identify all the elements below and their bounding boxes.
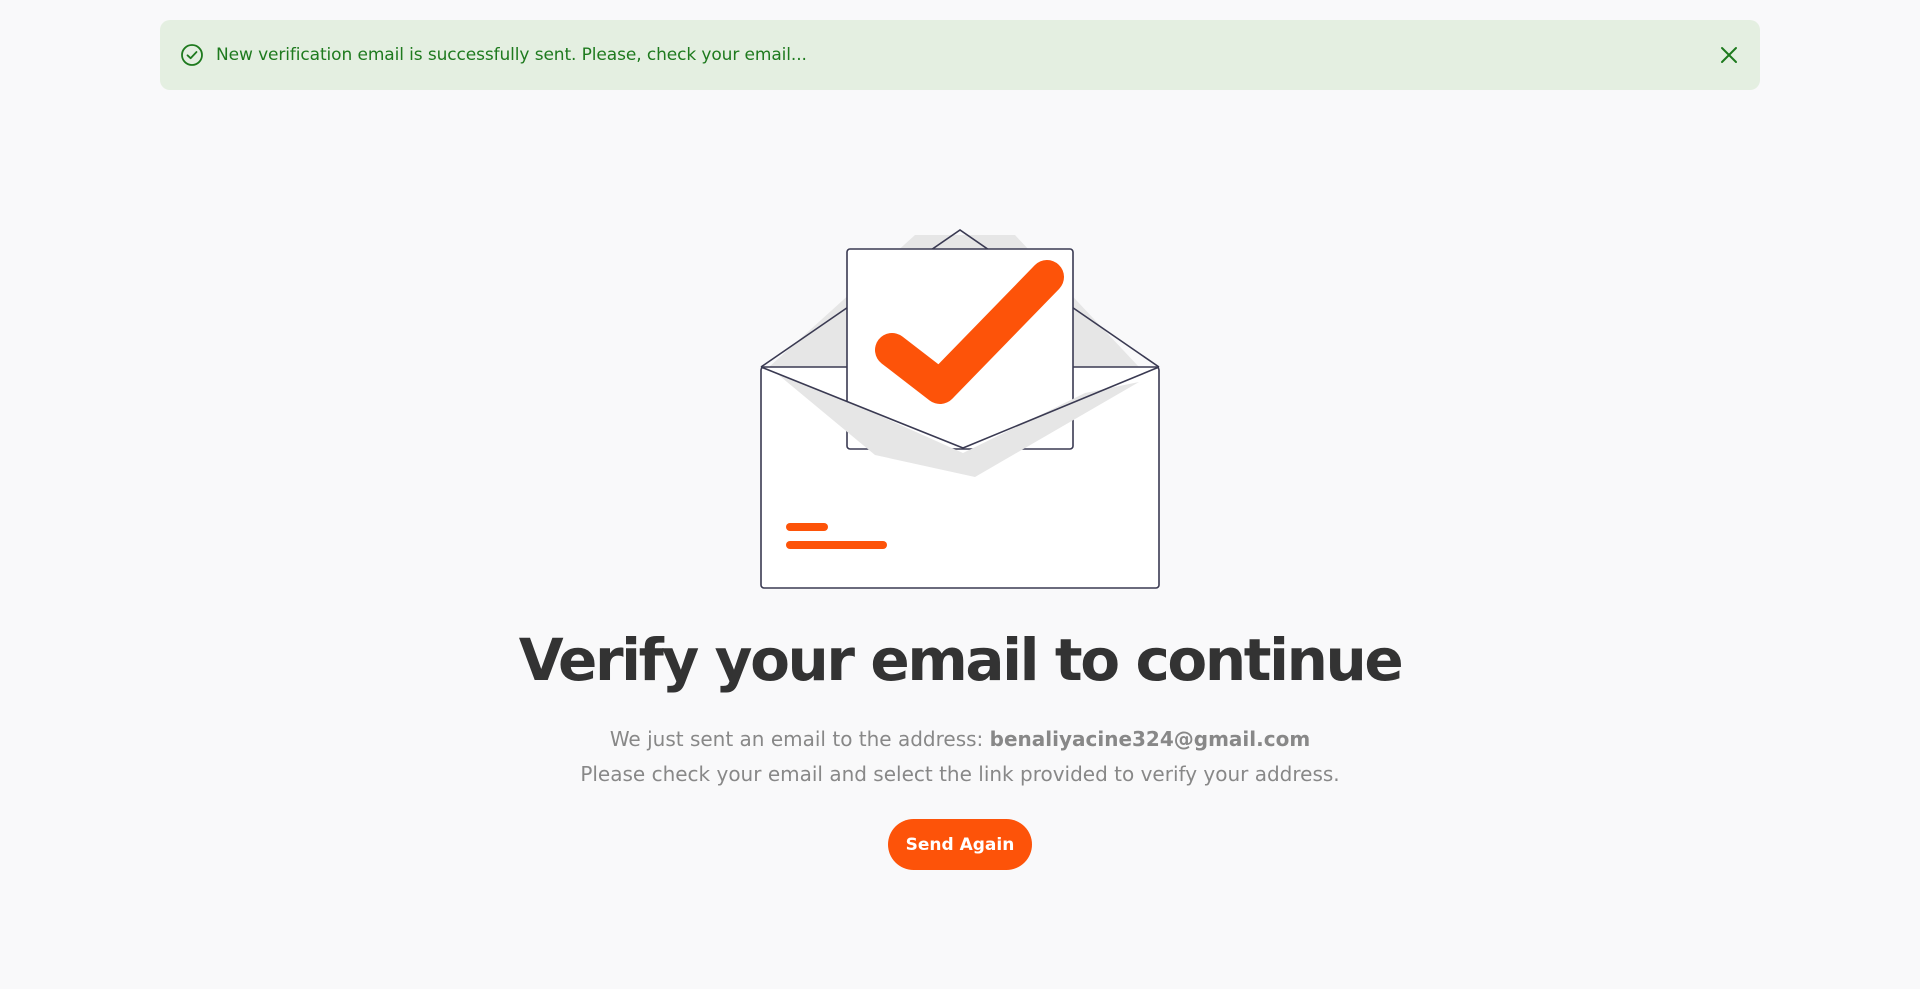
description: We just sent an email to the address: be… (0, 722, 1920, 792)
success-alert: New verification email is successfully s… (160, 20, 1760, 90)
description-prefix: We just sent an email to the address: (609, 727, 990, 751)
check-circle-icon (180, 43, 204, 67)
description-line-1: We just sent an email to the address: be… (0, 722, 1920, 757)
description-line-2: Please check your email and select the l… (580, 762, 1340, 786)
email-address: benaliyacine324@gmail.com (989, 727, 1311, 751)
page-title: Verify your email to continue (518, 626, 1404, 694)
alert-message: New verification email is successfully s… (216, 45, 807, 65)
send-again-button[interactable]: Send Again (888, 819, 1032, 870)
envelope-check-icon (755, 225, 1165, 592)
close-icon[interactable] (1716, 42, 1742, 68)
